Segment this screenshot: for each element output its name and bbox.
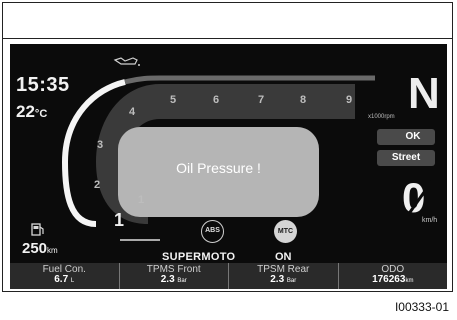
ambient-temperature: 22°C [16,102,47,122]
fuel-range-value: 250 [22,240,48,257]
rpm-tick-1: 1 [138,194,145,206]
temperature-unit: °C [34,108,48,120]
rpm-tick-4: 4 [129,106,136,118]
info-tpms-front: TPMS Front 2.3 Bar [119,263,229,289]
figure-reference: I00333-01 [394,300,449,314]
rpm-tick-2: 2 [94,179,101,191]
info-value: 176263km [372,274,414,285]
fuel-range-unit: km [47,246,58,255]
info-tpms-rear: TPSM Rear 2.3 Bar [229,263,339,289]
rpm-unit: x1000rpm [368,114,395,120]
mtc-state: ON [275,251,292,263]
riding-mode: SUPERMOTO [162,251,236,263]
speed-unit: km/h [422,217,438,224]
gear-indicator: N [408,69,440,118]
info-fuel-consumption: Fuel Con. 6.7 L [10,263,120,289]
info-value: 2.3 Bar [270,274,297,285]
info-odometer: ODO 176263km [338,263,447,289]
rpm-tick-6: 6 [213,94,220,106]
dashboard-display: Oil Pressure ! 15:35 22°C 1 2 3 4 5 6 7 … [10,44,447,289]
rpm-tick-8: 8 [300,94,307,106]
status-ok-label: OK [405,131,421,142]
info-bar: Fuel Con. 6.7 L TPMS Front 2.3 Bar TPSM … [10,263,447,289]
speed-value: 0 [402,177,434,219]
abs-indicator: ABS [201,220,224,243]
mtc-indicator: MTC [274,220,297,243]
info-value: 2.3 Bar [160,274,187,285]
rpm-tick-9: 9 [346,94,353,106]
oil-can-icon [113,57,140,66]
rpm-arc-top [124,75,375,85]
rpm-tick-5: 5 [170,94,177,106]
clock: 15:35 [16,74,70,96]
rpm-tick-3: 3 [97,139,104,151]
speed-zero-slash [406,180,434,216]
riding-mode-street: Street [377,150,435,166]
fuel-pump-icon [31,223,44,236]
status-ok: OK [377,129,435,145]
rpm-tick-7: 7 [258,94,265,106]
info-value: 6.7 L [54,274,75,285]
rpm-current-marker: 1 [114,210,125,230]
fuel-range: 250km [22,240,58,257]
warning-message: Oil Pressure ! [176,160,261,176]
temperature-value: 22 [16,102,35,121]
frame-divider [2,38,453,39]
